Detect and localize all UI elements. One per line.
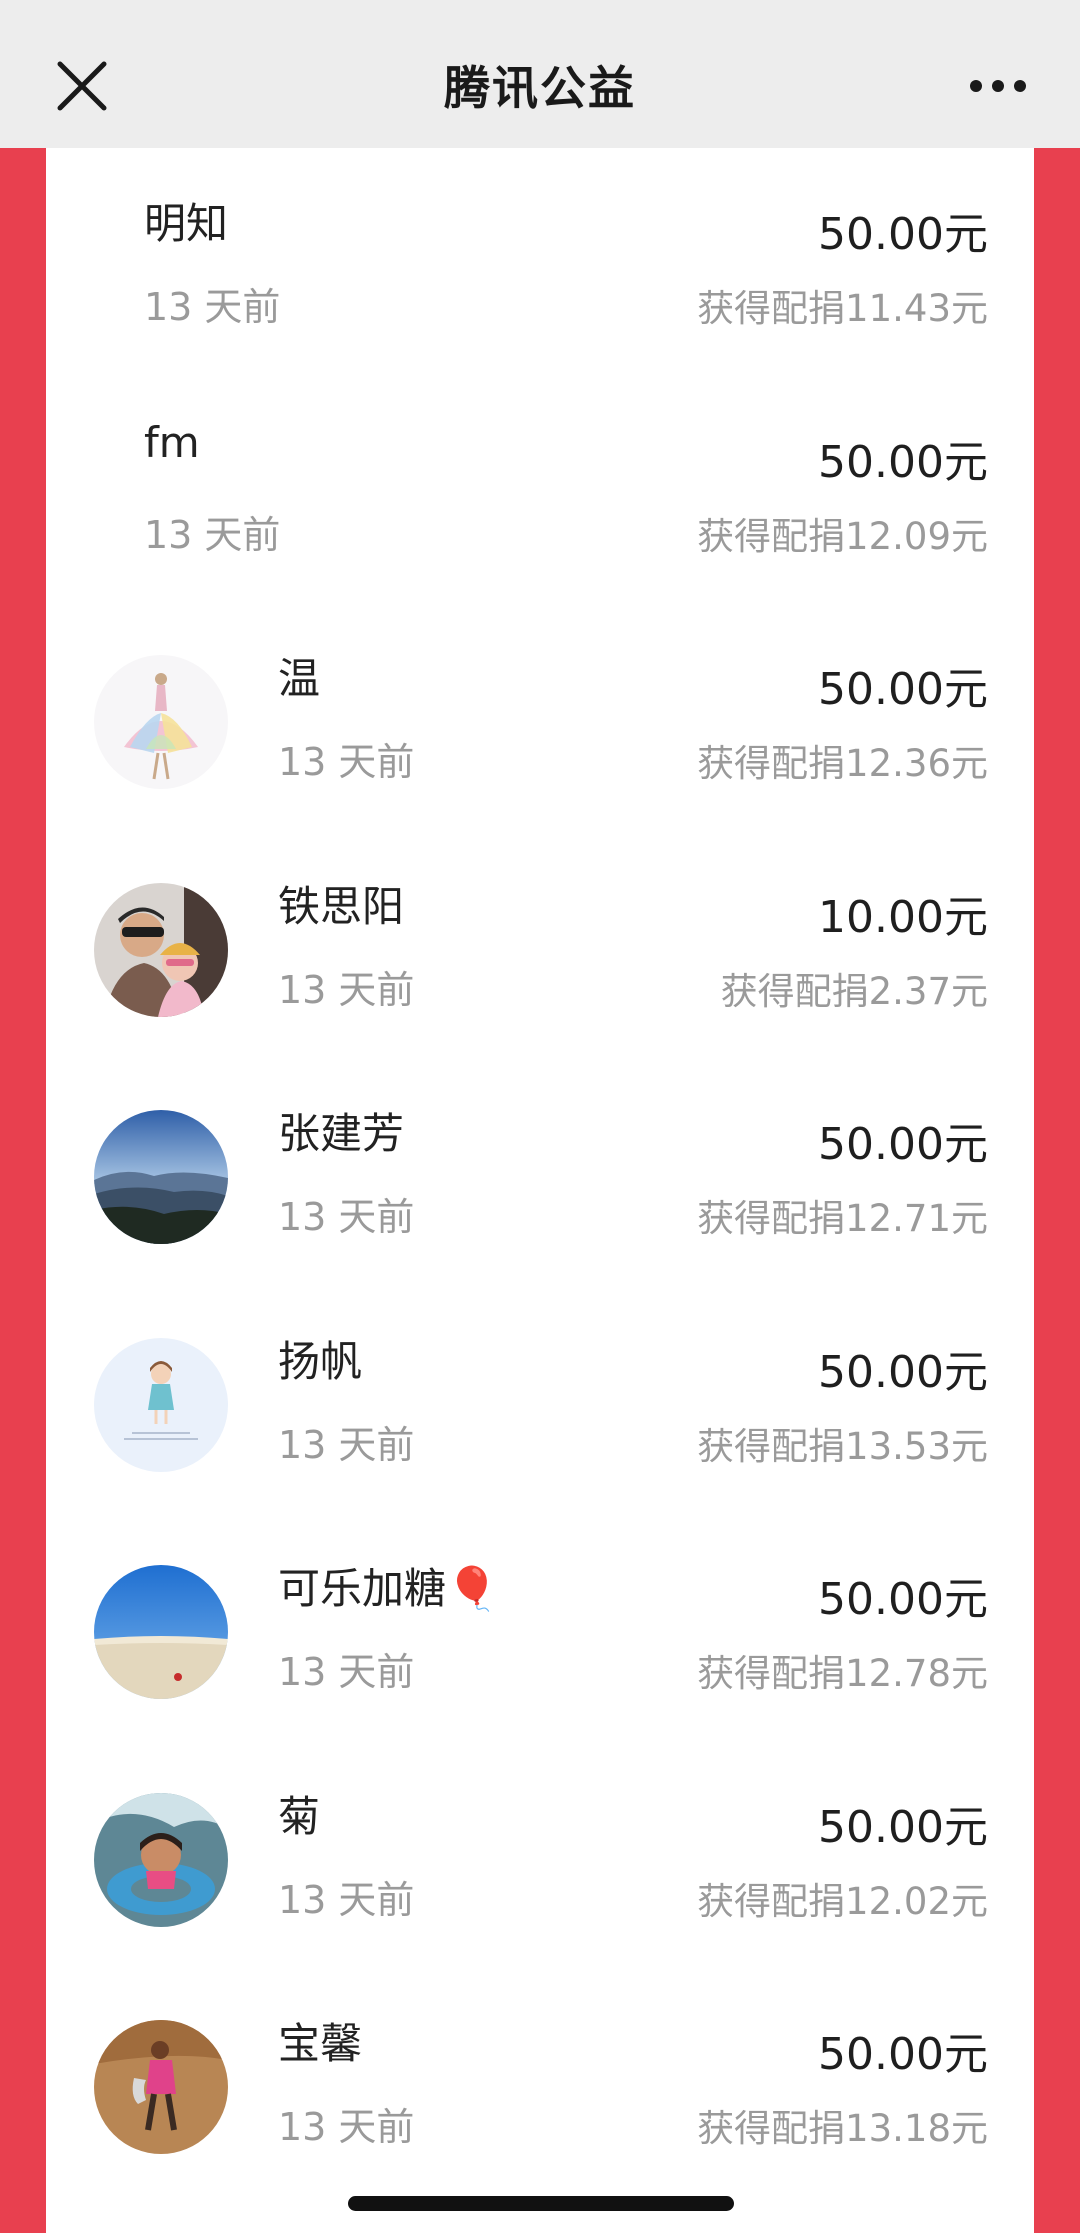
donation-row[interactable]: 菊 13 天前 50.00元 获得配捐12.02元 [46,1741,1034,1969]
matched-donation: 获得配捐13.53元 [697,1424,988,1468]
matched-donation: 获得配捐11.43元 [697,287,988,330]
donor-name: 张建芳 [278,1109,405,1158]
avatar[interactable] [94,2020,228,2154]
donor-name: 宝馨 [278,2019,363,2068]
donation-row[interactable]: 明知 13 天前 50.00元 获得配捐11.43元 [46,148,1034,376]
matched-donation: 获得配捐12.36元 [697,742,988,785]
more-icon[interactable] [968,78,1028,94]
donation-amount: 50.00元 [818,1574,988,1625]
donor-name: 铁思阳 [278,881,405,931]
screen: 腾讯公益 明知 13 天前 50.00元 获得配捐11.43元 fm 13 天前… [0,0,1080,2233]
nav-bar: 腾讯公益 [0,0,1080,148]
avatar[interactable] [94,1110,228,1244]
avatar[interactable] [94,1565,228,1699]
donor-name: 菊 [278,1791,321,1841]
donor-name: 可乐加糖🎈 [278,1564,499,1613]
donation-amount: 50.00元 [818,209,988,260]
donation-row[interactable]: 张建芳 13 天前 50.00元 获得配捐12.71元 [46,1058,1034,1286]
donation-time: 13 天前 [278,1650,415,1694]
donation-amount: 50.00元 [818,1346,988,1398]
donation-time: 13 天前 [144,285,281,329]
donor-name: 扬帆 [278,1336,363,1386]
donation-amount: 50.00元 [818,1801,988,1853]
donation-amount: 50.00元 [818,1119,988,1170]
donation-row[interactable]: 扬帆 13 天前 50.00元 获得配捐13.53元 [46,1286,1034,1514]
donation-time: 13 天前 [278,1877,415,1922]
matched-donation: 获得配捐12.09元 [697,514,988,558]
donation-amount: 10.00元 [818,891,988,943]
donation-row[interactable]: 可乐加糖🎈 13 天前 50.00元 获得配捐12.78元 [46,1513,1034,1741]
donation-time: 13 天前 [278,967,415,1012]
donation-amount: 50.00元 [818,436,988,488]
donation-panel: 明知 13 天前 50.00元 获得配捐11.43元 fm 13 天前 50.0… [46,148,1034,2233]
donation-time: 13 天前 [278,2105,415,2149]
avatar[interactable] [94,882,228,1017]
donation-amount: 50.00元 [818,2029,988,2080]
donation-time: 13 天前 [144,512,281,557]
page-title: 腾讯公益 [444,61,636,115]
donor-name: 温 [278,654,321,703]
donation-row[interactable]: 温 13 天前 50.00元 获得配捐12.36元 [46,603,1034,831]
avatar[interactable] [94,655,228,789]
donation-list: 明知 13 天前 50.00元 获得配捐11.43元 fm 13 天前 50.0… [46,148,1034,2196]
donation-row[interactable]: fm 13 天前 50.00元 获得配捐12.09元 [46,376,1034,604]
donation-time: 13 天前 [278,1195,415,1239]
avatar[interactable] [94,1792,228,1927]
home-indicator[interactable] [348,2196,734,2211]
avatar[interactable] [94,1337,228,1472]
matched-donation: 获得配捐12.78元 [697,1652,988,1695]
donor-name: fm [144,417,200,467]
donation-amount: 50.00元 [818,664,988,715]
matched-donation: 获得配捐13.18元 [697,2107,988,2150]
matched-donation: 获得配捐12.02元 [697,1879,988,1923]
donation-row[interactable]: 铁思阳 13 天前 10.00元 获得配捐2.37元 [46,831,1034,1059]
donation-time: 13 天前 [278,740,415,784]
donor-name: 明知 [144,199,229,248]
matched-donation: 获得配捐12.71元 [697,1197,988,1240]
matched-donation: 获得配捐2.37元 [720,969,988,1013]
donation-time: 13 天前 [278,1422,415,1467]
donation-row[interactable]: 宝馨 13 天前 50.00元 获得配捐13.18元 [46,1968,1034,2196]
